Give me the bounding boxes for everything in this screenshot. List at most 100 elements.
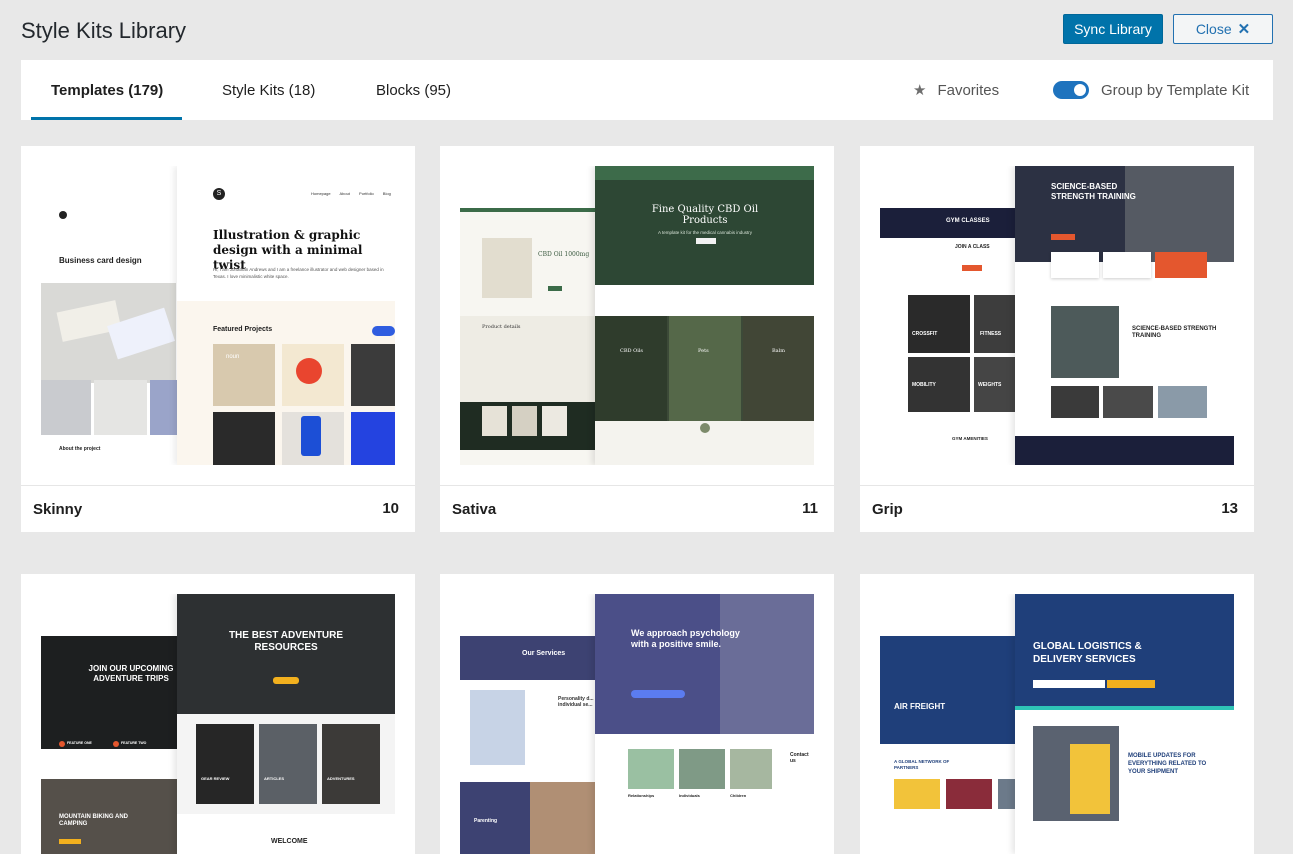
active-tab-indicator (31, 117, 182, 120)
template-kit-card[interactable]: CBD Oil 1000mg Product details Fine Qual… (440, 146, 834, 532)
group-by-kit-label: Group by Template Kit (1101, 81, 1250, 99)
template-kit-name: Grip (872, 501, 903, 518)
page-title: Style Kits Library (21, 18, 187, 43)
template-count: 10 (382, 500, 399, 517)
preview-class-tile (974, 295, 1020, 353)
preview-headline: Fine Quality CBD Oil Products (651, 204, 759, 226)
card-footer: Sativa 11 (440, 485, 834, 532)
preview-hero-heading: GLOBAL LOGISTICS & DELIVERY SERVICES (1033, 641, 1142, 665)
star-icon: ★ (913, 82, 927, 99)
preview-photo (41, 380, 91, 435)
tab-bar: Templates (179) Style Kits (18) Blocks (… (21, 60, 1273, 120)
preview-back-hero (460, 636, 600, 680)
preview-thumb (1051, 386, 1099, 418)
preview-project-tile (351, 344, 395, 406)
preview-accent-line (1015, 706, 1234, 710)
template-kit-card[interactable]: AIR FREIGHT A GLOBAL NETWORK OF PARTNERS… (860, 574, 1254, 854)
preview-caption: Business card design (59, 256, 142, 265)
preview-about-heading: About the project (59, 446, 101, 452)
preview-card-word: noun (226, 354, 240, 360)
preview-parenting-label: Parenting (474, 818, 498, 824)
template-preview: Our Services Personality d... individual… (460, 594, 814, 854)
preview-feature-box (1103, 252, 1151, 278)
preview-tile (322, 724, 380, 804)
preview-tile-label: MOBILITY (912, 382, 936, 388)
template-preview: CBD Oil 1000mg Product details Fine Qual… (460, 166, 814, 465)
preview-thumb (542, 406, 567, 436)
preview-tile-label: Individuals (679, 793, 700, 798)
preview-thumb (1158, 386, 1207, 418)
preview-button (1051, 234, 1075, 240)
sync-library-label: Sync Library (1074, 21, 1152, 37)
preview-button (631, 690, 685, 698)
preview-thumb (512, 406, 537, 436)
preview-hero-heading: SCIENCE-BASED STRENGTH TRAINING (1051, 182, 1136, 201)
preview-camping-heading: MOUNTAIN BIKING AND CAMPING (59, 814, 128, 827)
preview-photo (94, 380, 147, 435)
preview-tile-label: ARTICLES (264, 776, 284, 781)
card-footer: Grip 13 (860, 485, 1254, 532)
preview-personality-heading: Personality d... individual se... (558, 696, 594, 708)
preview-tile-label: GEAR REVIEW (201, 776, 230, 781)
preview-join-heading: JOIN A CLASS (955, 244, 990, 250)
close-button[interactable]: Close ✕ (1173, 14, 1273, 44)
preview-tile (730, 749, 772, 789)
preview-button (548, 286, 562, 291)
preview-feature-label: FEATURE TWO (121, 741, 147, 745)
template-kit-card[interactable]: Business card design About the project S… (21, 146, 415, 532)
preview-button (273, 677, 299, 684)
favorites-filter[interactable]: ★ Favorites (913, 60, 999, 120)
preview-nav: Homepage About Portfolio Blog (311, 191, 391, 196)
tab-style-kits[interactable]: Style Kits (18) (222, 60, 315, 120)
preview-logo: S (213, 188, 225, 200)
preview-tile-label: ADVENTURES (327, 776, 355, 781)
tab-templates[interactable]: Templates (179) (51, 60, 163, 120)
preview-subheadline: A template kit for the medical cannabis … (657, 230, 753, 235)
template-preview: AIR FREIGHT A GLOBAL NETWORK OF PARTNERS… (880, 594, 1234, 854)
template-count: 13 (1221, 500, 1238, 517)
preview-phone (301, 416, 321, 456)
preview-details-section (460, 316, 600, 406)
preview-tile (669, 316, 741, 421)
tab-blocks[interactable]: Blocks (95) (376, 60, 451, 120)
preview-lockers (1070, 744, 1110, 814)
preview-button (1107, 680, 1155, 688)
preview-section-heading: Featured Projects (213, 326, 273, 333)
preview-network-heading: A GLOBAL NETWORK OF PARTNERS (894, 759, 950, 770)
preview-services-heading: Our Services (522, 650, 566, 657)
favorites-label: Favorites (937, 81, 1000, 99)
preview-tile-label: FITNESS (980, 331, 1002, 337)
preview-amenities-heading: GYM AMENITIES (952, 436, 988, 441)
preview-tile-label: Pets (698, 348, 709, 354)
preview-hero-photo (720, 594, 814, 734)
preview-project-tile (351, 412, 395, 465)
preview-feature-label: FEATURE ONE (67, 741, 92, 745)
preview-classes-heading: GYM CLASSES (946, 218, 990, 224)
sync-library-button[interactable]: Sync Library (1063, 14, 1163, 44)
preview-mobile-heading: MOBILE UPDATES FOR EVERYTHING RELATED TO… (1128, 753, 1207, 775)
template-preview: Business card design About the project S… (41, 166, 395, 465)
preview-input (1033, 680, 1105, 688)
template-kit-card[interactable]: GYM CLASSES JOIN A CLASS CROSSFIT FITNES… (860, 146, 1254, 532)
preview-feature-box (1155, 252, 1207, 278)
template-count: 11 (802, 500, 818, 517)
preview-details-heading: Product details (482, 324, 521, 330)
preview-left-heading: AIR FREIGHT (894, 702, 946, 711)
template-kit-name: Sativa (452, 501, 497, 518)
preview-tile (196, 724, 254, 804)
group-by-kit-toggle[interactable] (1053, 81, 1089, 99)
preview-tile-label: Balm (772, 348, 785, 354)
close-label: Close (1195, 21, 1232, 37)
card-footer: Skinny 10 (21, 485, 415, 532)
preview-contact-heading: Contact us (790, 752, 809, 764)
preview-tile (628, 749, 674, 789)
template-kit-card[interactable]: Our Services Personality d... individual… (440, 574, 834, 854)
toggle-knob (1074, 84, 1086, 96)
preview-avatar (700, 423, 710, 433)
preview-project-tile (213, 344, 275, 406)
preview-tile (743, 316, 814, 421)
preview-tile-label: WEIGHTS (978, 382, 1002, 388)
template-kit-card[interactable]: JOIN OUR UPCOMING ADVENTURE TRIPS FEATUR… (21, 574, 415, 854)
preview-tile (679, 749, 725, 789)
preview-project-tile (213, 412, 275, 465)
